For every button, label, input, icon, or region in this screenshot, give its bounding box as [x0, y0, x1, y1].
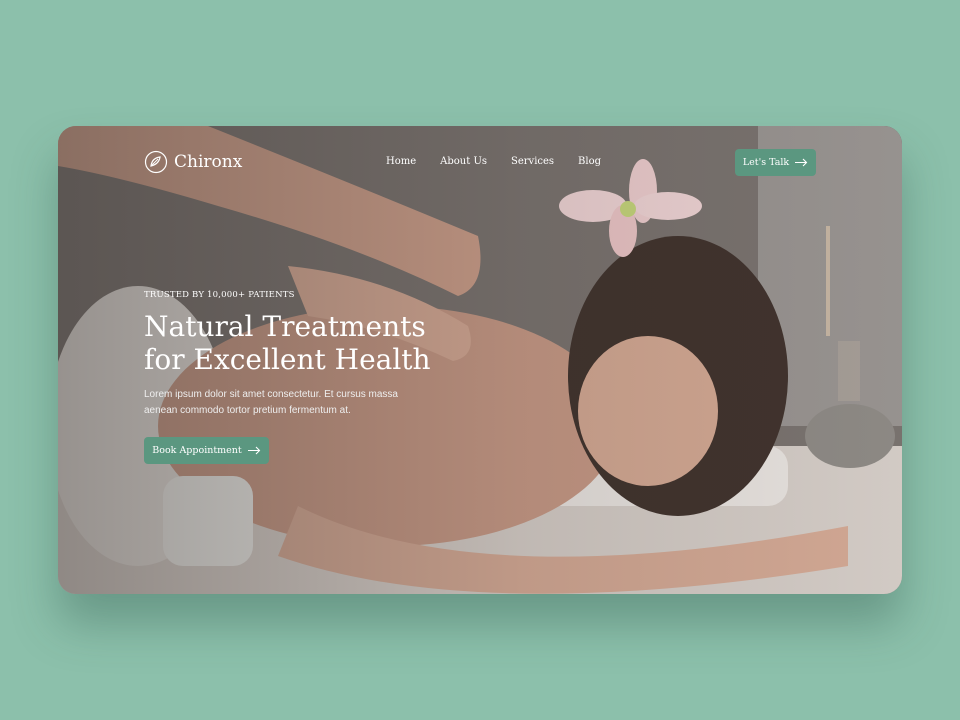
lets-talk-label: Let's Talk: [742, 157, 790, 168]
book-appointment-button[interactable]: Book Appointment: [144, 437, 269, 464]
hero-subtitle: Lorem ipsum dolor sit amet consectetur. …: [144, 387, 434, 419]
hero-subtitle-line-1: Lorem ipsum dolor sit amet consectetur. …: [144, 389, 398, 400]
hero-eyebrow: TRUSTED BY 10,000+ PATIENTS: [144, 290, 295, 300]
hero-card: Chironx Home About Us Services Blog Let'…: [58, 126, 902, 594]
brand-logo[interactable]: Chironx: [144, 150, 242, 174]
nav-item-services[interactable]: Services: [511, 156, 554, 167]
hero-subtitle-line-2: aenean commodo tortor pretium fermentum …: [144, 405, 351, 416]
nav-item-home[interactable]: Home: [386, 156, 416, 167]
lets-talk-button[interactable]: Let's Talk: [735, 149, 816, 176]
book-appointment-label: Book Appointment: [152, 445, 242, 456]
hero-title: Natural Treatments for Excellent Health: [144, 310, 464, 376]
brand-name: Chironx: [174, 152, 243, 172]
nav-item-blog[interactable]: Blog: [578, 156, 601, 167]
arrow-right-icon: [247, 446, 261, 455]
hero-title-line-2: for Excellent Health: [144, 343, 431, 376]
main-nav: Home About Us Services Blog: [386, 156, 601, 167]
leaf-circle-icon: [144, 150, 168, 174]
arrow-right-icon: [795, 158, 808, 167]
hero-title-line-1: Natural Treatments: [144, 310, 426, 343]
nav-item-about-us[interactable]: About Us: [440, 156, 487, 167]
